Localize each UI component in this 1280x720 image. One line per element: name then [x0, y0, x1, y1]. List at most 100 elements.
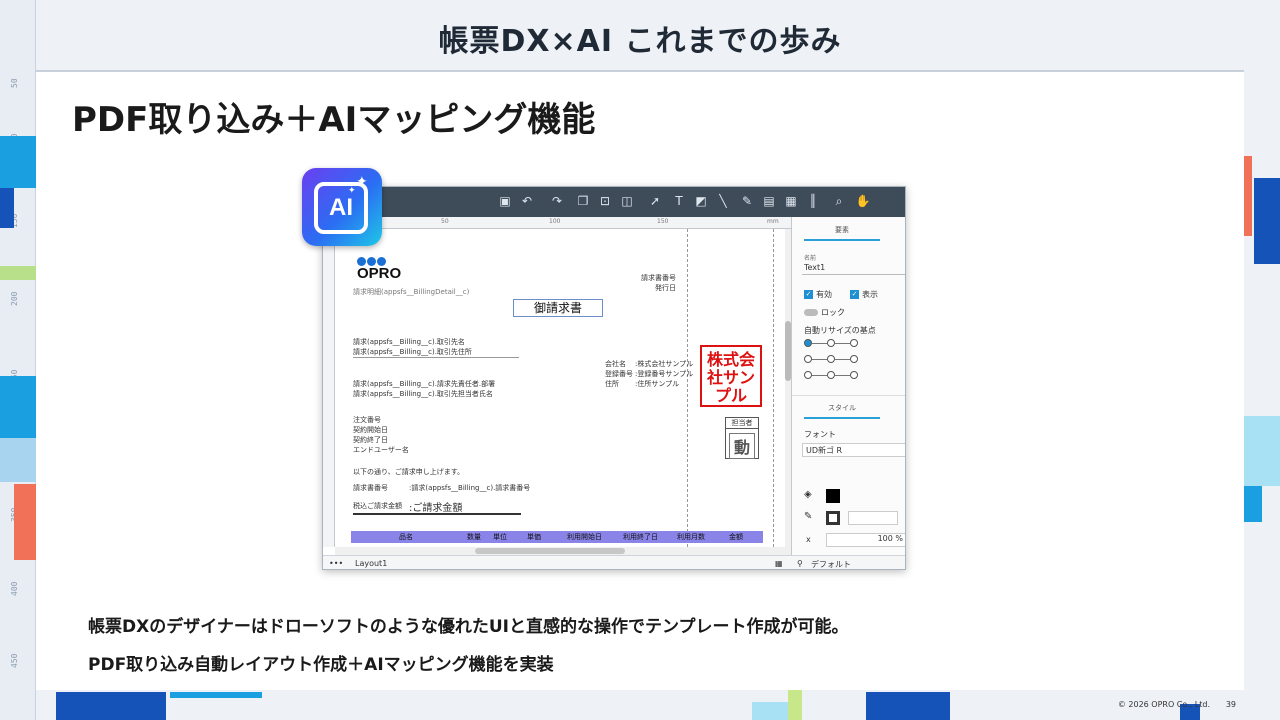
contract-end-label[interactable]: 契約終了日: [353, 435, 388, 445]
anchor-radio[interactable]: [827, 371, 835, 379]
select-icon[interactable]: ➚: [647, 194, 663, 208]
lock-toggle[interactable]: [804, 309, 818, 316]
end-user-label[interactable]: エンドユーザー名: [353, 445, 409, 455]
copyright: © 2026 OPRO Co., Ltd.: [1117, 700, 1210, 709]
shape-tool-icon[interactable]: ◩: [693, 194, 709, 208]
table-header-cell: 利用開始日: [567, 533, 602, 541]
anchor-radio[interactable]: [804, 339, 812, 347]
order-no-label[interactable]: 注文番号: [353, 415, 381, 425]
reg-no-label[interactable]: 登録番号: [605, 369, 633, 379]
anchor-line: [812, 359, 827, 360]
anchor-radio[interactable]: [804, 371, 812, 379]
deco-block: [1244, 156, 1252, 236]
line-style-select[interactable]: [848, 511, 898, 525]
redo-icon[interactable]: ↷: [549, 194, 565, 208]
company-name-label[interactable]: 会社名: [605, 359, 626, 369]
doc-title-field[interactable]: 御請求書: [513, 299, 603, 317]
ruler-label: 400: [10, 581, 19, 596]
barcode-tool-icon[interactable]: ║: [805, 194, 821, 208]
total-value[interactable]: :ご請求金額: [409, 499, 462, 514]
group-icon[interactable]: ⊡: [597, 194, 613, 208]
contract-start-label[interactable]: 契約開始日: [353, 425, 388, 435]
fill-color-icon[interactable]: ◈: [804, 489, 812, 500]
image-tool-icon[interactable]: ▤: [761, 194, 777, 208]
staff-stamp-box[interactable]: 担当者 動: [725, 417, 759, 459]
table-header-cell: 金額: [729, 533, 743, 541]
design-canvas[interactable]: OPRO 請求明細(appsfs__BillingDetail__c) 御請求書…: [335, 229, 791, 547]
reg-no-value[interactable]: :登録番号サンプル: [635, 369, 693, 379]
vertical-ruler: [323, 229, 335, 547]
deco-block: [0, 136, 36, 188]
pages-icon[interactable]: ▦: [775, 559, 783, 568]
table-tool-icon[interactable]: ▦: [783, 194, 799, 208]
anchor-line: [812, 375, 827, 376]
billing-person-field[interactable]: 請求(appsfs__Billing__c).取引先担当者氏名: [353, 389, 493, 399]
stroke-color-icon[interactable]: ✎: [804, 511, 812, 522]
deco-block: [14, 484, 36, 560]
undo-icon[interactable]: ↶: [519, 194, 535, 208]
billing-detail-field[interactable]: 請求明細(appsfs__BillingDetail__c): [353, 287, 469, 297]
billing-address-field[interactable]: 請求(appsfs__Billing__c).取引先住所: [353, 347, 472, 357]
request-text[interactable]: 以下の通り、ご請求申し上げます。: [353, 467, 464, 477]
ruler-mark: 50: [441, 218, 449, 225]
stroke-color-swatch[interactable]: [826, 511, 840, 525]
more-icon[interactable]: •••: [329, 559, 343, 568]
properties-panel: 要素 名前 Text1 ✓ 有効 ✓ 表示 ロック 自動リサイズの基点 スタイル フ…: [791, 217, 905, 555]
anchor-radio[interactable]: [850, 339, 858, 347]
layout-tab[interactable]: Layout1: [355, 559, 387, 568]
company-seal[interactable]: 株式会社サンプル: [700, 345, 762, 407]
deco-block: [0, 266, 36, 280]
table-header-cell: 品名: [399, 533, 413, 541]
total-label[interactable]: 税込ご請求金額: [353, 501, 402, 511]
slide-header: 帳票DX×AI これまでの歩み: [438, 24, 842, 59]
visible-label: 表示: [862, 290, 878, 299]
hand-tool-icon[interactable]: ✋: [855, 194, 871, 208]
invoice-no-value-2[interactable]: :請求(appsfs__Billing__c).請求書番号: [409, 483, 530, 493]
zoom-icon[interactable]: ⌕: [831, 194, 847, 209]
line-tool-icon[interactable]: ╲: [715, 194, 731, 208]
billing-company-field[interactable]: 請求(appsfs__Billing__c).取引先名: [353, 337, 465, 347]
ruler-label: 200: [10, 291, 19, 306]
filter-icon[interactable]: ⚲: [797, 559, 803, 568]
billing-dept-field[interactable]: 請求(appsfs__Billing__c).請求先責任者.部署: [353, 379, 495, 389]
ungroup-icon[interactable]: ◫: [619, 194, 635, 208]
anchor-radio[interactable]: [827, 339, 835, 347]
table-header-cell: 数量: [467, 533, 481, 541]
invoice-no-label-2[interactable]: 請求書番号: [353, 483, 388, 493]
fill-color-swatch[interactable]: [826, 489, 840, 503]
anchor-radio[interactable]: [850, 355, 858, 363]
anchor-line: [835, 343, 850, 344]
text-tool-icon[interactable]: T: [671, 194, 687, 208]
anchor-radio[interactable]: [850, 371, 858, 379]
company-name-value[interactable]: :株式会社サンプル: [635, 359, 693, 369]
invoice-no-label[interactable]: 請求書番号: [641, 273, 676, 283]
anchor-line: [812, 343, 827, 344]
ruler-mark: mm: [767, 218, 779, 225]
lock-label: ロック: [821, 308, 845, 317]
anchor-radio[interactable]: [804, 355, 812, 363]
status-bar: ••• Layout1 ▦ ⚲ デフォルト: [323, 555, 905, 569]
default-style-label[interactable]: デフォルト: [811, 559, 851, 569]
guide-line: [773, 229, 774, 547]
name-value: Text1: [804, 263, 826, 272]
table-header-row[interactable]: 品名 数量 単位 単価 利用開始日 利用終了日 利用月数 金額: [351, 531, 763, 543]
scale-input[interactable]: 100 %: [826, 533, 905, 547]
caption-line-1: 帳票DXのデザイナーはドローソフトのような優れたUIと直感的な操作でテンプレート…: [88, 617, 849, 637]
deco-block: [1244, 486, 1262, 522]
anchor-radio[interactable]: [827, 355, 835, 363]
save-icon[interactable]: ▣: [497, 194, 513, 208]
visible-checkbox[interactable]: ✓: [850, 290, 859, 299]
address-value[interactable]: :住所サンプル: [635, 379, 679, 389]
tab-attributes[interactable]: 要素: [804, 225, 880, 241]
horizontal-ruler: 50 100 150 mm: [323, 217, 791, 229]
sparkle-icon: ✦: [348, 186, 356, 196]
scroll-thumb[interactable]: [475, 548, 625, 554]
tab-style[interactable]: スタイル: [804, 403, 880, 419]
issue-date-label[interactable]: 発行日: [655, 283, 676, 293]
table-header-cell: 単位: [493, 533, 507, 541]
address-label[interactable]: 住所: [605, 379, 619, 389]
pen-tool-icon[interactable]: ✎: [739, 194, 755, 208]
copy-icon[interactable]: ❐: [575, 194, 591, 208]
enabled-checkbox[interactable]: ✓: [804, 290, 813, 299]
horizontal-scrollbar[interactable]: [335, 547, 791, 555]
